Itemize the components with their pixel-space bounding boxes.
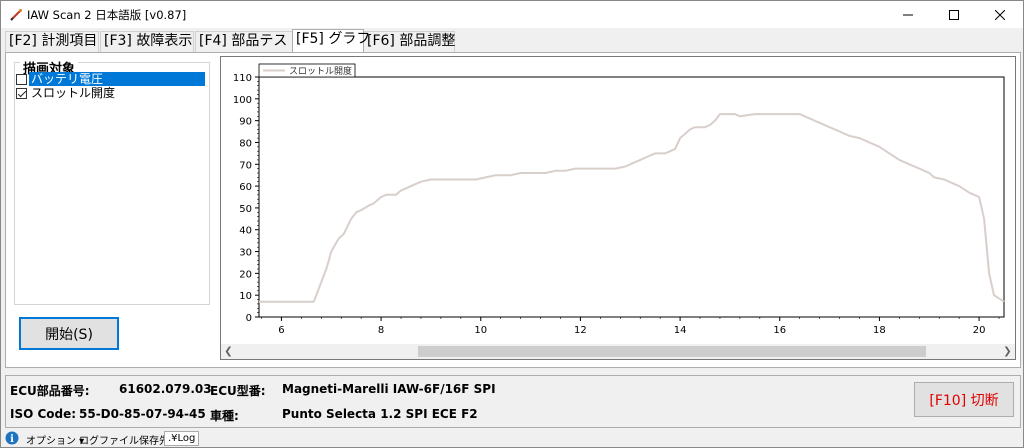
disconnect-button-label: [F10] 切断 bbox=[929, 392, 999, 409]
y-tick-label: 70 bbox=[239, 160, 252, 171]
info-icon: i bbox=[5, 431, 19, 445]
y-tick-label: 0 bbox=[246, 313, 252, 324]
iso-code-label: ISO Code: bbox=[10, 407, 77, 421]
disconnect-button[interactable]: [F10] 切断 bbox=[914, 382, 1014, 417]
chart-horizontal-scrollbar[interactable]: ❮ ❯ bbox=[221, 344, 1015, 359]
ecu-model-label: ECU型番: bbox=[210, 384, 266, 398]
app-window: IAW Scan 2 日本語版 [v0.87] [F2] 計測項目 [F3] 故… bbox=[0, 0, 1024, 448]
tab-component-adjust[interactable]: [F6] 部品調整 bbox=[363, 31, 455, 52]
title-bar[interactable]: IAW Scan 2 日本語版 [v0.87] bbox=[1, 1, 1023, 28]
x-tick-label: 14 bbox=[674, 325, 687, 336]
tab-fault-display[interactable]: [F3] 故障表示 bbox=[100, 31, 194, 52]
ecu-model-value: Magneti-Marelli IAW-6F/16F SPI bbox=[282, 382, 496, 396]
tab-measurement[interactable]: [F2] 計測項目 bbox=[5, 31, 99, 52]
x-tick-label: 20 bbox=[973, 325, 986, 336]
close-icon bbox=[995, 9, 1005, 20]
ecu-part-label: ECU部品番号: bbox=[10, 384, 90, 398]
graph-panel: 描画対象 バッテリ電圧 スロットル開度 開始(S) 0 10 20 30 40 50 60 7… bbox=[5, 52, 1021, 368]
x-tick-label: 16 bbox=[773, 325, 786, 336]
throttle-checkbox[interactable] bbox=[16, 87, 27, 99]
y-tick-label: 80 bbox=[239, 138, 252, 149]
x-tick-label: 12 bbox=[574, 325, 587, 336]
log-path-label: ログファイル保存先 : bbox=[79, 436, 176, 447]
y-axis: 0 10 20 30 40 50 60 70 80 90 100 110 bbox=[233, 73, 259, 324]
y-tick-label: 60 bbox=[239, 182, 252, 193]
x-tick-label: 6 bbox=[278, 325, 284, 336]
legend: スロットル開度 bbox=[258, 63, 356, 78]
x-tick-label: 10 bbox=[474, 325, 487, 336]
scroll-right-icon[interactable]: ❯ bbox=[1000, 344, 1015, 359]
ecu-part-value: 61602.079.03 bbox=[119, 382, 212, 396]
minimize-icon bbox=[903, 14, 913, 15]
chart-frame: 0 10 20 30 40 50 60 70 80 90 100 110 6 8 10 12 14 16 18 20… bbox=[220, 56, 1016, 360]
series-group bbox=[259, 113, 1005, 303]
start-button-label: 開始(S) bbox=[45, 326, 93, 343]
vehicle-value: Punto Selecta 1.2 SPI ECE F2 bbox=[282, 407, 478, 421]
battery-voltage-checkbox[interactable] bbox=[16, 73, 27, 85]
plot-item-battery-voltage[interactable]: バッテリ電圧 bbox=[16, 72, 205, 86]
tab-component-test[interactable]: [F4] 部品テスト bbox=[195, 31, 301, 52]
series-line-throttle bbox=[259, 113, 1005, 303]
y-tick-label: 10 bbox=[239, 291, 252, 302]
y-tick-label: 100 bbox=[233, 95, 252, 106]
ecu-info-panel: ECU部品番号: 61602.079.03 ECU型番: Magneti-Mar… bbox=[5, 375, 1021, 428]
svg-text:i: i bbox=[10, 434, 14, 445]
y-tick-label: 90 bbox=[239, 117, 252, 128]
y-tick-label: 20 bbox=[239, 269, 252, 280]
battery-voltage-label: バッテリ電圧 bbox=[29, 72, 205, 86]
plot-area bbox=[258, 76, 1005, 318]
y-tick-label: 40 bbox=[239, 226, 252, 237]
app-icon bbox=[10, 9, 22, 21]
x-tick-label: 18 bbox=[873, 325, 886, 336]
y-tick-label: 110 bbox=[233, 73, 252, 84]
iso-code-value: 55-D0-85-07-94-45 bbox=[79, 407, 206, 421]
close-button[interactable] bbox=[977, 1, 1023, 28]
start-button[interactable]: 開始(S) bbox=[19, 317, 119, 350]
x-tick-label: 8 bbox=[378, 325, 384, 336]
x-axis: 6 8 10 12 14 16 18 20 bbox=[261, 317, 1000, 336]
scroll-thumb[interactable] bbox=[418, 346, 926, 357]
scroll-left-icon[interactable]: ❮ bbox=[221, 344, 236, 359]
plot-item-throttle[interactable]: スロットル開度 bbox=[16, 86, 117, 100]
legend-label: スロットル開度 bbox=[289, 65, 352, 77]
log-path-field[interactable]: .¥Log bbox=[164, 431, 200, 446]
throttle-chart: 0 10 20 30 40 50 60 70 80 90 100 110 6 8 10 12 14 16 18 20… bbox=[233, 63, 1005, 336]
options-menu[interactable]: オプション ▾ bbox=[26, 432, 84, 447]
window-title: IAW Scan 2 日本語版 [v0.87] bbox=[27, 8, 187, 22]
y-tick-label: 50 bbox=[239, 204, 252, 215]
vehicle-label: 車種: bbox=[210, 409, 239, 423]
minimize-button[interactable] bbox=[885, 1, 931, 28]
maximize-button[interactable] bbox=[931, 1, 977, 28]
y-tick-label: 30 bbox=[239, 248, 252, 259]
maximize-icon bbox=[949, 9, 959, 20]
throttle-label: スロットル開度 bbox=[31, 86, 116, 100]
status-bar: i オプション ▾ ログファイル保存先 : .¥Log bbox=[1, 430, 1023, 447]
tab-graph[interactable]: [F5] グラフ bbox=[292, 29, 370, 52]
plot-target-group: 描画対象 バッテリ電圧 スロットル開度 bbox=[14, 58, 210, 305]
